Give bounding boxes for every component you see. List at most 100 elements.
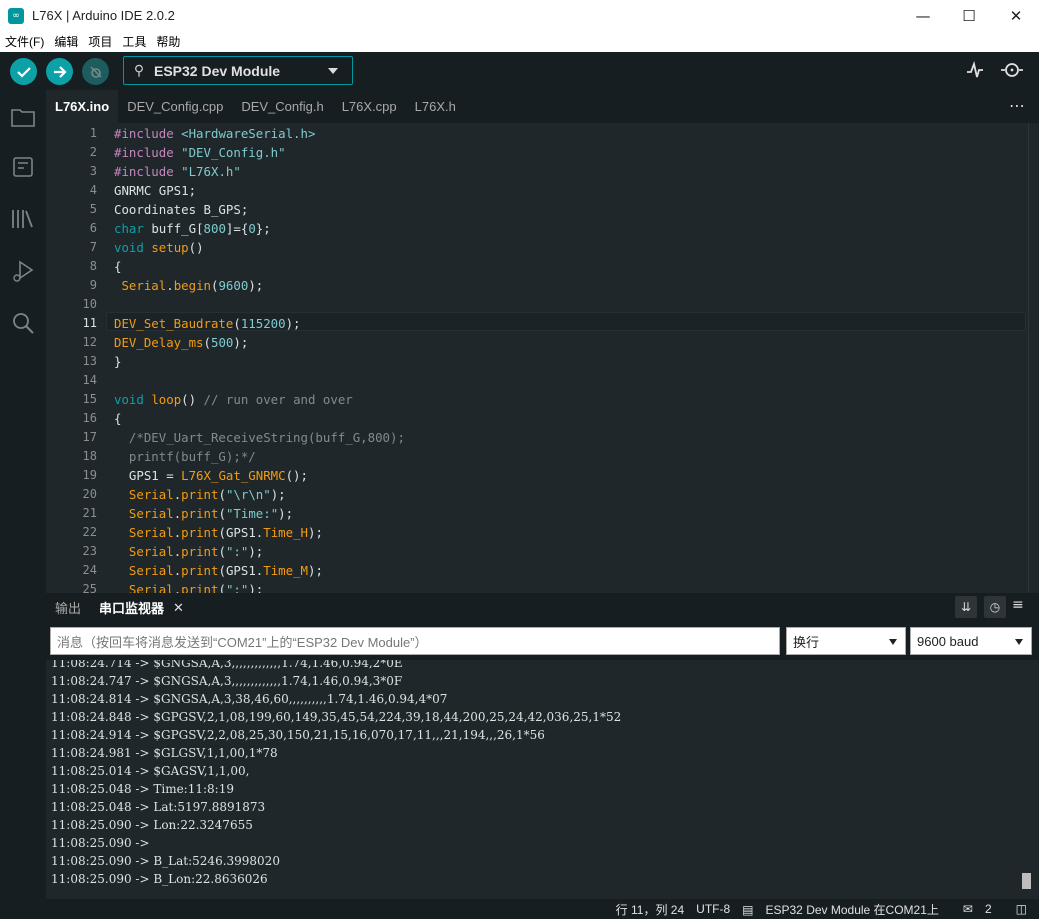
code-editor[interactable]: 1 2 3 4 5 6 7 8 9 10 11 12 13 14 15 16 17 18 19 20 21 22 23 24 2… xyxy=(46,123,1039,593)
code-line[interactable]: /*DEV_Uart_ReceiveString(buff_G,800); xyxy=(114,428,405,447)
line-number: 24 xyxy=(82,563,97,577)
tab-serial-monitor[interactable]: 串口监视器 xyxy=(90,598,173,617)
serial-line: 11:08:25.090 -> B_Lat:5246.3998020 xyxy=(51,854,280,868)
menu-file[interactable]: 文件(F) xyxy=(0,33,49,50)
line-number: 3 xyxy=(89,164,97,178)
layout-icon[interactable]: ◫ xyxy=(1016,902,1027,916)
tab-l76x-ino[interactable]: L76X.ino xyxy=(46,90,119,123)
line-numbers: 1 2 3 4 5 6 7 8 9 10 11 12 13 14 15 16 17 18 19 20 21 22 23 24 2… xyxy=(46,123,103,593)
code-line[interactable]: DEV_Set_Baudrate(115200); xyxy=(114,314,301,333)
serial-message-input[interactable]: 消息（按回车将消息发送到“COM21”上的“ESP32 Dev Module”） xyxy=(50,627,780,655)
verify-button[interactable] xyxy=(10,58,37,85)
code-line[interactable]: { xyxy=(114,409,121,428)
serial-line: 11:08:25.048 -> Time:11:8:19 xyxy=(51,782,234,796)
serial-plotter-button[interactable] xyxy=(965,60,985,85)
line-number: 4 xyxy=(89,183,97,197)
search-icon[interactable] xyxy=(10,310,36,336)
menu-sketch[interactable]: 项目 xyxy=(83,33,117,50)
code-line[interactable]: #include "DEV_Config.h" xyxy=(114,143,286,162)
debug-button[interactable] xyxy=(82,58,109,85)
upload-button[interactable] xyxy=(46,58,73,85)
line-number: 1 xyxy=(89,126,97,140)
tab-l76x-h[interactable]: L76X.h xyxy=(406,90,465,123)
serial-line: 11:08:24.981 -> $GLGSV,1,1,00,1*78 xyxy=(51,746,278,760)
notifications[interactable]: ✉ 2 xyxy=(963,902,1004,916)
menu-tools[interactable]: 工具 xyxy=(117,33,151,50)
tab-output[interactable]: 输出 xyxy=(46,598,90,617)
line-number: 2 xyxy=(89,145,97,159)
line-number: 10 xyxy=(82,297,97,311)
cursor-position[interactable]: 行 11，列 24 xyxy=(616,901,684,918)
board-port-status[interactable]: ▤ ESP32 Dev Module 在COM21上 xyxy=(742,901,951,918)
line-number: 13 xyxy=(82,354,97,368)
line-number: 18 xyxy=(82,449,97,463)
tab-l76x-cpp[interactable]: L76X.cpp xyxy=(333,90,406,123)
serial-monitor-button[interactable] xyxy=(1000,60,1024,85)
folder-icon[interactable] xyxy=(10,104,36,130)
code-line[interactable]: GNRMC GPS1; xyxy=(114,181,196,200)
code-line[interactable]: } xyxy=(114,352,121,371)
close-button[interactable]: ✕ xyxy=(993,0,1039,31)
timestamp-button[interactable]: ◷ xyxy=(984,596,1006,618)
code-line[interactable]: #include "L76X.h" xyxy=(114,162,241,181)
menu-edit[interactable]: 编辑 xyxy=(49,33,83,50)
serial-line: 11:08:25.048 -> Lat:5197.8891873 xyxy=(51,800,266,814)
more-tabs-icon[interactable]: ⋯ xyxy=(1009,96,1025,115)
line-number: 5 xyxy=(89,202,97,216)
line-number: 15 xyxy=(82,392,97,406)
close-panel-icon[interactable]: ✕ xyxy=(173,600,184,616)
line-ending-select[interactable]: 换行 xyxy=(786,627,906,655)
tab-dev-config-h[interactable]: DEV_Config.h xyxy=(232,90,332,123)
debug-sidebar-icon[interactable] xyxy=(10,258,36,284)
magnifier-icon xyxy=(1001,63,1023,77)
code-line[interactable]: Serial.print("\r\n"); xyxy=(114,485,286,504)
activity-bar xyxy=(0,90,46,899)
clear-output-icon[interactable]: ≡ xyxy=(1012,597,1024,613)
code-line[interactable]: char buff_G[800]={0}; xyxy=(114,219,271,238)
autoscroll-button[interactable]: ⇊ xyxy=(955,596,977,618)
board-icon: ▤ xyxy=(742,902,754,917)
minimize-button[interactable]: — xyxy=(900,0,946,31)
window-title: L76X | Arduino IDE 2.0.2 xyxy=(32,8,175,23)
code-line[interactable]: GPS1 = L76X_Gat_GNRMC(); xyxy=(114,466,308,485)
chevron-down-icon xyxy=(889,639,897,645)
baud-select[interactable]: 9600 baud xyxy=(910,627,1032,655)
line-number: 11 xyxy=(82,316,97,330)
serial-line: 11:08:25.090 -> Lon:22.3247655 xyxy=(51,818,253,832)
menu-help[interactable]: 帮助 xyxy=(151,33,185,50)
library-icon[interactable] xyxy=(10,206,36,232)
line-number: 22 xyxy=(82,525,97,539)
line-number: 23 xyxy=(82,544,97,558)
editor-scrollbar[interactable] xyxy=(1028,123,1029,593)
check-icon xyxy=(16,66,31,78)
file-encoding[interactable]: UTF-8 xyxy=(696,902,730,916)
line-number: 14 xyxy=(82,373,97,387)
code-line[interactable]: Serial.print(GPS1.Time_M); xyxy=(114,561,323,580)
serial-line: 11:08:24.914 -> $GPGSV,2,2,08,25,30,150,… xyxy=(51,728,545,742)
code-line[interactable]: Serial.print(":"); xyxy=(114,580,263,593)
serial-line: 11:08:25.014 -> $GAGSV,1,1,00, xyxy=(51,764,250,778)
serial-scrollbar-thumb[interactable] xyxy=(1022,873,1031,889)
board-manager-icon[interactable] xyxy=(10,154,36,180)
code-line[interactable]: void loop() // run over and over xyxy=(114,390,353,409)
title-bar: ∞ L76X | Arduino IDE 2.0.2 — ☐ ✕ xyxy=(0,0,1039,31)
code-line[interactable]: { xyxy=(114,257,121,276)
baud-value: 9600 baud xyxy=(917,633,979,649)
code-line[interactable]: Serial.print(GPS1.Time_H); xyxy=(114,523,323,542)
board-selector[interactable]: ⚲ ESP32 Dev Module xyxy=(123,56,353,85)
code-line[interactable]: DEV_Delay_ms(500); xyxy=(114,333,248,352)
serial-line: 11:08:25.090 -> B_Lon:22.8636026 xyxy=(51,872,268,886)
code-line[interactable]: Coordinates B_GPS; xyxy=(114,200,248,219)
code-line[interactable]: printf(buff_G);*/ xyxy=(114,447,256,466)
serial-output[interactable]: 11:08:24.714 -> $GNGSA,A,3,,,,,,,,,,,,,1… xyxy=(46,660,1039,899)
code-line[interactable]: Serial.print(":"); xyxy=(114,542,263,561)
code-line[interactable]: Serial.begin(9600); xyxy=(114,276,263,295)
code-line[interactable]: Serial.print("Time:"); xyxy=(114,504,293,523)
code-line[interactable]: #include <HardwareSerial.h> xyxy=(114,124,315,143)
chevron-double-down-icon: ⇊ xyxy=(960,600,972,614)
tab-dev-config-cpp[interactable]: DEV_Config.cpp xyxy=(118,90,232,123)
line-ending-value: 换行 xyxy=(793,634,820,650)
code-line[interactable]: void setup() xyxy=(114,238,204,257)
maximize-button[interactable]: ☐ xyxy=(946,0,992,31)
serial-line: 11:08:24.747 -> $GNGSA,A,3,,,,,,,,,,,,,1… xyxy=(51,674,403,688)
